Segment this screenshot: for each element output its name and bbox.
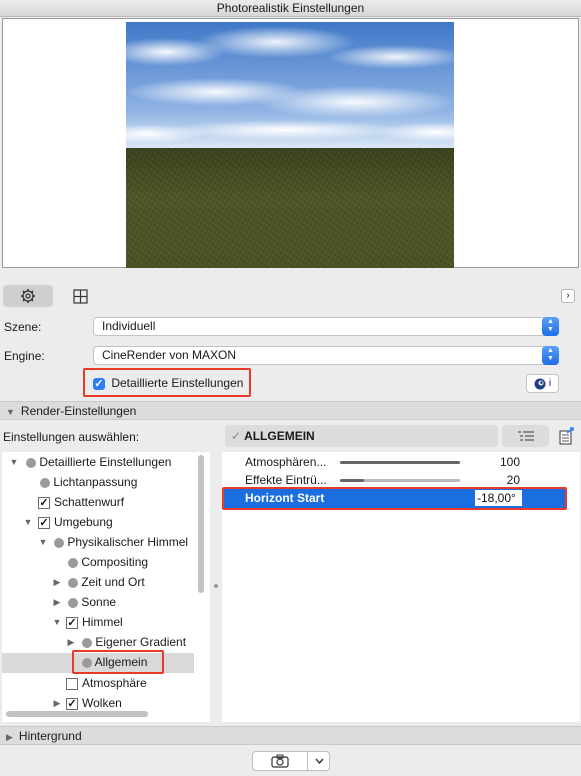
- checkbox-checked-icon[interactable]: [38, 516, 50, 529]
- checkbox-unchecked-icon[interactable]: [66, 677, 78, 690]
- scene-select[interactable]: Individuell ▲ ▼: [93, 317, 559, 336]
- settings-tree: ▼ Detaillierte Einstellungen Lichtanpass…: [2, 452, 210, 722]
- render-photo-button[interactable]: [253, 752, 308, 770]
- dot-icon: [26, 457, 36, 468]
- param-label: Atmosphären...: [245, 455, 327, 469]
- engine-label: Engine:: [4, 349, 45, 363]
- render-settings-header[interactable]: ▼ Render-Einstellungen: [0, 401, 581, 420]
- split-divider[interactable]: [211, 452, 222, 722]
- parameter-panel: Atmosphären... 100 Effekte Eintrü... 20 …: [222, 452, 580, 722]
- tree-item-physikalischer-himmel[interactable]: Physikalischer Himmel: [54, 532, 188, 552]
- tree-vertical-scrollbar[interactable]: [198, 455, 204, 593]
- gear-icon: [21, 289, 35, 303]
- window-title-bar: Photorealistik Einstellungen: [0, 0, 581, 17]
- param-row-atmosphaere[interactable]: Atmosphären... 100: [222, 453, 567, 471]
- engine-value: CineRender von MAXON: [102, 348, 237, 362]
- checkbox-checked-icon[interactable]: [66, 697, 78, 710]
- tree-item-allgemein[interactable]: Allgemein: [72, 650, 164, 674]
- slider-fill: [340, 461, 460, 464]
- tree-item-atmosphaere[interactable]: Atmosphäre: [66, 673, 147, 693]
- background-section-header[interactable]: ▶ Hintergrund: [0, 726, 581, 745]
- select-settings-label: Einstellungen auswählen:: [3, 430, 140, 444]
- disclosure-closed-icon[interactable]: ▶: [52, 577, 62, 588]
- detailed-settings-checkbox[interactable]: Detaillierte Einstellungen: [93, 375, 243, 391]
- checkbox-checked-icon[interactable]: [38, 496, 50, 509]
- render-button-group: [252, 751, 330, 771]
- tree-item-umgebung[interactable]: Umgebung: [38, 512, 113, 532]
- disclosure-open-icon[interactable]: ▼: [38, 537, 48, 547]
- disclosure-open-icon: ▼: [6, 407, 15, 417]
- select-arrows-icon: ▲ ▼: [542, 317, 559, 336]
- param-value[interactable]: 100: [500, 453, 520, 471]
- render-preview: [2, 18, 579, 268]
- tree-item-wolken[interactable]: Wolken: [66, 693, 122, 713]
- tree-item-compositing[interactable]: Compositing: [68, 552, 148, 572]
- chevron-right-icon: ›: [566, 290, 570, 301]
- dot-icon: [82, 637, 92, 648]
- checkmark-icon: ✓: [231, 429, 242, 443]
- checkbox-checked-icon: [93, 377, 105, 390]
- cinema4d-icon: [534, 378, 546, 389]
- disclosure-closed-icon[interactable]: ▶: [66, 637, 76, 648]
- dot-icon: [54, 537, 64, 548]
- tree-item-zeit-und-ort[interactable]: Zeit und Ort: [68, 572, 145, 592]
- render-settings-label: Render-Einstellungen: [20, 404, 137, 418]
- disclosure-closed-icon[interactable]: ▶: [52, 698, 62, 709]
- disclosure-closed-icon: ▶: [6, 732, 13, 742]
- scene-value: Individuell: [102, 319, 156, 333]
- param-highlight: [222, 487, 567, 510]
- tab-layout[interactable]: [55, 285, 105, 307]
- preview-image: [126, 22, 454, 268]
- sky-render: [126, 22, 454, 148]
- tree-item-lichtanpassung[interactable]: Lichtanpassung: [40, 472, 137, 492]
- dot-icon: [82, 657, 92, 668]
- footer-bar: [0, 746, 581, 776]
- camera-icon: [271, 754, 289, 768]
- settings-group-field: ✓ ALLGEMEIN: [225, 425, 498, 447]
- chevron-down-icon: [314, 758, 324, 764]
- cinema4d-button[interactable]: i: [526, 374, 559, 393]
- parameter-panel-scrolltrack: [568, 452, 580, 722]
- divider-handle-icon: [214, 584, 218, 588]
- dot-icon: [68, 557, 78, 568]
- select-arrows-icon: ▲ ▼: [542, 346, 559, 365]
- tree-horizontal-scrollbar[interactable]: [6, 711, 148, 717]
- disclosure-open-icon[interactable]: ▼: [9, 457, 19, 467]
- cinema4d-info: i: [548, 378, 552, 389]
- disclosure-open-icon[interactable]: ▼: [23, 517, 33, 527]
- export-icon: [559, 427, 574, 445]
- tree-item-himmel[interactable]: Himmel: [66, 612, 123, 632]
- disclosure-closed-icon[interactable]: ▶: [52, 597, 62, 608]
- param-slider-effekte[interactable]: [340, 479, 460, 482]
- slider-fill: [340, 479, 364, 482]
- settings-group-name: ALLGEMEIN: [244, 429, 315, 443]
- disclosure-open-icon[interactable]: ▼: [52, 617, 62, 627]
- export-settings-button[interactable]: [556, 425, 578, 447]
- grid-icon: [72, 288, 88, 304]
- dot-icon: [68, 597, 78, 608]
- tree-item-detailed[interactable]: Detaillierte Einstellungen: [26, 452, 171, 472]
- engine-select[interactable]: CineRender von MAXON ▲ ▼: [93, 346, 559, 365]
- dot-icon: [40, 477, 50, 488]
- dot-icon: [68, 577, 78, 588]
- list-view-button[interactable]: [502, 425, 549, 447]
- tree-item-sonne[interactable]: Sonne: [68, 592, 116, 612]
- window-title: Photorealistik Einstellungen: [216, 1, 365, 15]
- tree-item-schattenwurf[interactable]: Schattenwurf: [38, 492, 124, 512]
- list-icon: [517, 431, 534, 441]
- param-slider-atmosphaere[interactable]: [340, 461, 460, 464]
- render-options-dropdown[interactable]: [309, 752, 329, 770]
- tab-settings[interactable]: [3, 285, 53, 307]
- detailed-settings-label: Detaillierte Einstellungen: [111, 376, 244, 390]
- expand-panel-button[interactable]: ›: [561, 289, 575, 303]
- background-section-label: Hintergrund: [18, 729, 82, 743]
- ground-render: [126, 148, 454, 268]
- checkbox-checked-icon[interactable]: [66, 616, 78, 629]
- scene-label: Szene:: [4, 320, 42, 334]
- tree-item-eigener-gradient[interactable]: Eigener Gradient: [82, 632, 186, 652]
